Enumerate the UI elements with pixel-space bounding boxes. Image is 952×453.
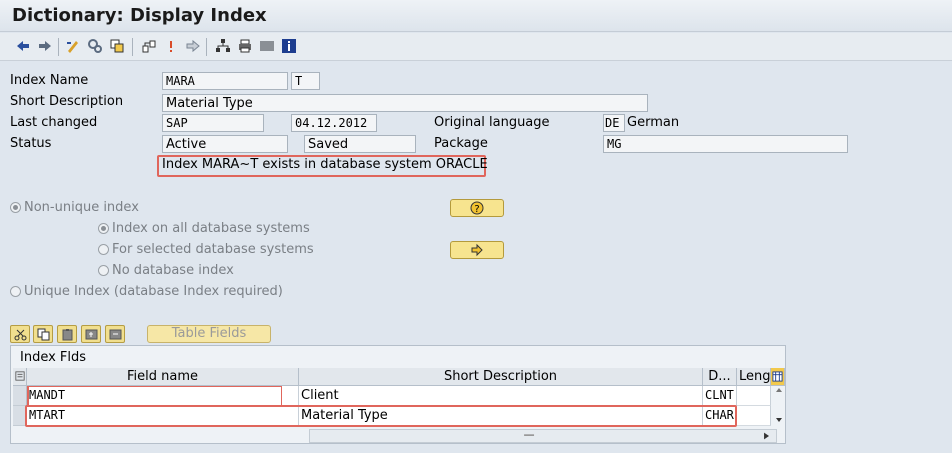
column-header-length[interactable]: Leng (737, 368, 771, 386)
object-list-icon[interactable] (108, 37, 126, 55)
paste-icon (62, 328, 72, 340)
select-all-icon[interactable] (13, 368, 27, 386)
no-db-index-radio[interactable]: No database index (98, 263, 234, 278)
cut-button[interactable] (10, 325, 30, 343)
last-changed-user-field[interactable]: SAP (162, 114, 264, 132)
status-field[interactable]: Active (162, 135, 288, 153)
delete-row-icon (109, 329, 121, 339)
index-id-field[interactable]: T (291, 72, 320, 90)
position-icon[interactable] (162, 37, 180, 55)
scissors-icon (14, 329, 26, 340)
table-row-2-length (737, 406, 771, 426)
insert-row-button[interactable] (81, 325, 101, 343)
paste-button[interactable] (57, 325, 77, 343)
original-language-name: German (627, 115, 680, 130)
db-systems-nav-button[interactable] (450, 241, 504, 259)
original-language-code-field[interactable]: DE (603, 114, 625, 132)
saved-status-field[interactable]: Saved (304, 135, 416, 153)
table-row-1-dtype: CLNT (703, 386, 737, 406)
table-title: Index Flds (20, 350, 87, 365)
short-description-field[interactable]: Material Type (162, 94, 648, 112)
selected-db-systems-radio[interactable]: For selected database systems (98, 242, 314, 257)
column-settings-icon[interactable] (771, 368, 785, 386)
column-header-field-name[interactable]: Field name (27, 368, 299, 386)
non-unique-index-radio[interactable]: Non-unique index (10, 200, 139, 215)
column-header-short-description[interactable]: Short Description (299, 368, 703, 386)
back-arrow-icon[interactable] (14, 37, 32, 55)
display-change-icon[interactable] (64, 37, 82, 55)
forward-arrow-icon[interactable] (36, 37, 54, 55)
table-row-1-desc: Client (299, 386, 703, 406)
last-changed-date-field[interactable]: 04.12.2012 (291, 114, 377, 132)
application-toolbar (0, 33, 952, 61)
arrow-right-icon (471, 243, 483, 257)
index-fields-table: Index Flds Field name Short Description … (10, 345, 786, 444)
table-row-1-length (737, 386, 771, 406)
column-header-data-type[interactable]: D... (703, 368, 737, 386)
package-label: Package (434, 136, 488, 151)
original-language-label: Original language (434, 115, 550, 130)
vertical-scrollbar[interactable] (773, 386, 785, 426)
field-highlight (27, 386, 282, 406)
db-status-message: Index MARA~T exists in database system O… (162, 157, 488, 172)
hierarchy-icon[interactable] (214, 37, 232, 55)
question-icon: ? (470, 201, 484, 215)
grey-box-icon[interactable] (258, 37, 276, 55)
index-name-field[interactable]: MARA (162, 72, 288, 90)
copy-icon (37, 328, 49, 340)
copy-button[interactable] (33, 325, 53, 343)
row-highlight (25, 405, 737, 427)
horizontal-scrollbar[interactable] (309, 429, 777, 443)
last-changed-label: Last changed (10, 115, 98, 130)
navigate-icon[interactable] (184, 37, 202, 55)
info-icon[interactable] (280, 37, 298, 55)
all-db-systems-radio[interactable]: Index on all database systems (98, 221, 310, 236)
unique-index-radio[interactable]: Unique Index (database Index required) (10, 284, 283, 299)
package-field[interactable]: MG (603, 135, 848, 153)
row-selector[interactable] (13, 386, 27, 406)
table-fields-button[interactable]: Table Fields (147, 325, 271, 343)
help-button[interactable]: ? (450, 199, 504, 217)
svg-text:?: ? (474, 204, 479, 215)
sap-window: Dictionary: Display Index Index Name MAR… (0, 0, 952, 453)
short-description-label: Short Description (10, 94, 124, 109)
status-label: Status (10, 136, 52, 151)
index-name-label: Index Name (10, 73, 89, 88)
activate-icon[interactable] (86, 37, 104, 55)
delete-row-button[interactable] (105, 325, 125, 343)
title-bar: Dictionary: Display Index (0, 0, 952, 32)
window-title: Dictionary: Display Index (12, 5, 267, 26)
where-used-icon[interactable] (140, 37, 158, 55)
insert-row-icon (85, 329, 97, 339)
print-icon[interactable] (236, 37, 254, 55)
